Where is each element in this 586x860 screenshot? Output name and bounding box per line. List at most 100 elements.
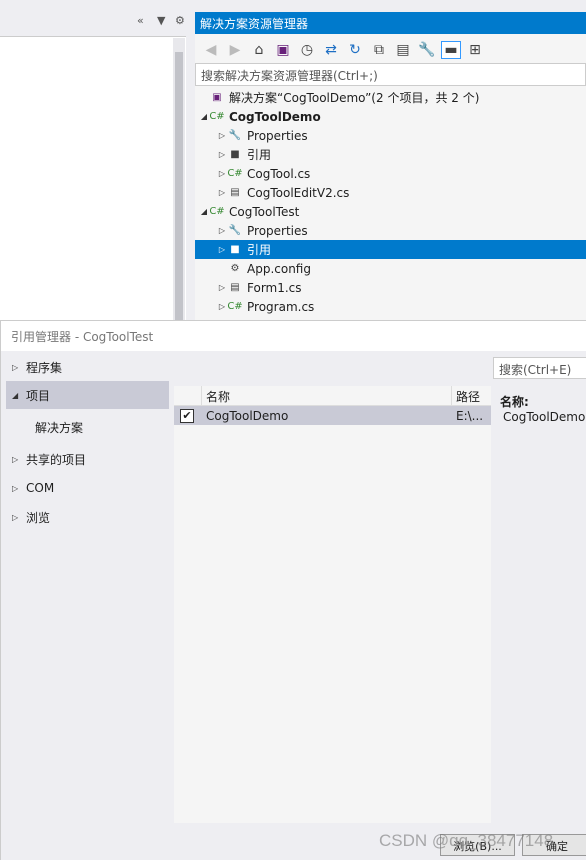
tree-item[interactable]: ▷ 🔧 Properties	[195, 221, 586, 240]
wrench-icon: 🔧	[228, 130, 242, 141]
tree-item-label: CogToolDemo	[229, 109, 321, 124]
tree-item[interactable]: ▷ ■ 引用	[195, 240, 586, 259]
pending-changes-icon[interactable]: ◷	[297, 42, 317, 58]
dialog-title: 引用管理器 - CogToolTest	[1, 321, 586, 351]
nav-item-label: 程序集	[26, 360, 63, 375]
path-column-header[interactable]: 路径	[452, 386, 491, 405]
tree-item-label: Program.cs	[247, 299, 315, 314]
references-icon: ■	[230, 244, 240, 255]
row-name: CogToolDemo	[206, 408, 289, 423]
tree-item[interactable]: ▷ ▤ CogToolEditV2.cs	[195, 183, 586, 202]
tree-item[interactable]: ▷ C# Program.cs	[195, 297, 586, 316]
nav-item[interactable]: 解决方案	[6, 413, 169, 441]
show-all-files-icon[interactable]: ▤	[393, 42, 413, 58]
expand-arrow-icon[interactable]: ◢	[12, 391, 26, 400]
preview-icon[interactable]: ▬	[441, 41, 461, 59]
tree-item-label: Form1.cs	[247, 280, 302, 295]
tree-item-label: 引用	[247, 243, 272, 257]
tree-item-label: Properties	[247, 223, 308, 238]
panel-title: 解决方案资源管理器	[195, 12, 586, 34]
expand-arrow-icon[interactable]: ▷	[217, 302, 227, 311]
csharp-file-icon: C#	[227, 168, 243, 179]
expand-arrow-icon[interactable]: ▷	[217, 226, 227, 235]
scrollbar-thumb[interactable]	[175, 52, 183, 320]
tree-item-label: Properties	[247, 128, 308, 143]
switch-views-icon[interactable]: ▣	[273, 42, 293, 58]
csharp-project-icon: C#	[209, 206, 225, 217]
expand-arrow-icon[interactable]: ▷	[12, 455, 26, 464]
tree-item-label: App.config	[247, 261, 311, 276]
tree-item[interactable]: ▷ ▤ Form1.cs	[195, 278, 586, 297]
nav-item[interactable]: ▷ 程序集	[6, 353, 169, 381]
expand-arrow-icon[interactable]: ▷	[217, 283, 227, 292]
ok-button[interactable]: 确定	[522, 834, 586, 856]
back-icon[interactable]: ◀	[201, 42, 221, 58]
tree-item-label: 引用	[247, 148, 272, 162]
references-icon: ■	[230, 149, 240, 160]
search-input[interactable]: 搜索解决方案资源管理器(Ctrl+;)	[195, 63, 586, 86]
tree-item-label: CogToolEditV2.cs	[247, 185, 350, 200]
tree-item[interactable]: ▣ 解决方案“CogToolDemo”(2 个项目，共 2 个)	[195, 88, 586, 107]
tree-item-label: 解决方案“CogToolDemo”(2 个项目，共 2 个)	[229, 91, 480, 105]
expand-arrow-icon[interactable]: ▷	[217, 150, 227, 159]
expand-arrow-icon[interactable]: ▷	[12, 363, 26, 372]
refresh-icon[interactable]: ↻	[345, 42, 365, 58]
nav-item-label: 项目	[26, 388, 51, 403]
nav-item[interactable]: ▷ COM	[6, 474, 169, 502]
home-icon[interactable]: ⌂	[249, 42, 269, 58]
csharp-file-icon: C#	[227, 301, 243, 312]
reference-manager-dialog: 引用管理器 - CogToolTest ▷ 程序集 ◢ 项目 解决方案 ▷ 共享的项目 ▷ CO…	[0, 320, 586, 860]
collapse-all-icon[interactable]: ⧉	[369, 42, 389, 58]
wrench-icon: 🔧	[228, 225, 242, 236]
solution-icon: ▣	[212, 92, 222, 103]
tree-item[interactable]: ⚙ App.config	[195, 259, 586, 278]
project-list: 名称 路径 ✔ CogToolDemo E:\...	[174, 386, 491, 823]
expand-arrow-icon[interactable]: ◢	[199, 112, 209, 121]
form-icon: ▤	[230, 282, 240, 293]
detail-value: CogToolDemo	[503, 410, 586, 424]
tree-item[interactable]: ◢ C# CogToolDemo	[195, 107, 586, 126]
list-header: 名称 路径	[174, 386, 491, 406]
document-area	[0, 36, 186, 320]
expand-arrow-icon[interactable]: ▷	[12, 513, 26, 522]
csharp-project-icon: C#	[209, 111, 225, 122]
table-row[interactable]: ✔ CogToolDemo E:\...	[174, 406, 491, 425]
tree-item[interactable]: ◢ C# CogToolTest	[195, 202, 586, 221]
expand-arrow-icon[interactable]: ▷	[217, 131, 227, 140]
row-path: E:\...	[456, 408, 484, 423]
tree-item[interactable]: ▷ C# CogTool.cs	[195, 164, 586, 183]
nav-item-label: 共享的项目	[26, 452, 87, 467]
form-icon: ▤	[230, 187, 240, 198]
toolbar: ◀ ▶ ⌂ ▣ ◷ ⇄ ↻ ⧉ ▤ 🔧 ▬ ⊞	[195, 37, 586, 63]
expand-arrow-icon[interactable]: ▷	[217, 245, 227, 254]
detail-label: 名称:	[500, 395, 529, 409]
expand-arrow-icon[interactable]: ▷	[12, 484, 26, 493]
check-column-header	[174, 386, 202, 405]
left-pane: « ▼ ⚙	[0, 0, 190, 320]
properties-icon[interactable]: 🔧	[417, 42, 437, 58]
sync-icon[interactable]: ⇄	[321, 42, 341, 58]
expand-arrow-icon[interactable]: ▷	[217, 188, 227, 197]
nav-item-label: COM	[26, 481, 55, 495]
tree-item[interactable]: ▷ ■ 引用	[195, 145, 586, 164]
tree-item-label: CogToolTest	[229, 204, 300, 219]
forward-icon[interactable]: ▶	[225, 42, 245, 58]
browse-button[interactable]: 浏览(B)...	[440, 834, 515, 856]
nav-item[interactable]: ◢ 项目	[6, 381, 169, 409]
row-checkbox[interactable]: ✔	[180, 408, 194, 423]
tree-item[interactable]: ▷ 🔧 Properties	[195, 126, 586, 145]
dropdown-icon[interactable]: ▼	[157, 14, 165, 27]
gear-icon[interactable]: ⚙	[175, 14, 185, 27]
expand-arrow-icon[interactable]: ▷	[217, 169, 227, 178]
nav-item-label: 浏览	[26, 510, 51, 525]
name-column-header[interactable]: 名称	[202, 386, 452, 405]
nav-item-label: 解决方案	[35, 420, 84, 435]
search-input[interactable]: 搜索(Ctrl+E)	[493, 357, 586, 379]
nav-item[interactable]: ▷ 浏览	[6, 503, 169, 531]
collapse-icon[interactable]: «	[137, 14, 144, 27]
tree-item-label: CogTool.cs	[247, 166, 311, 181]
nav-item[interactable]: ▷ 共享的项目	[6, 445, 169, 473]
class-diagram-icon[interactable]: ⊞	[465, 42, 485, 58]
config-icon: ⚙	[230, 263, 240, 274]
expand-arrow-icon[interactable]: ◢	[199, 207, 209, 216]
